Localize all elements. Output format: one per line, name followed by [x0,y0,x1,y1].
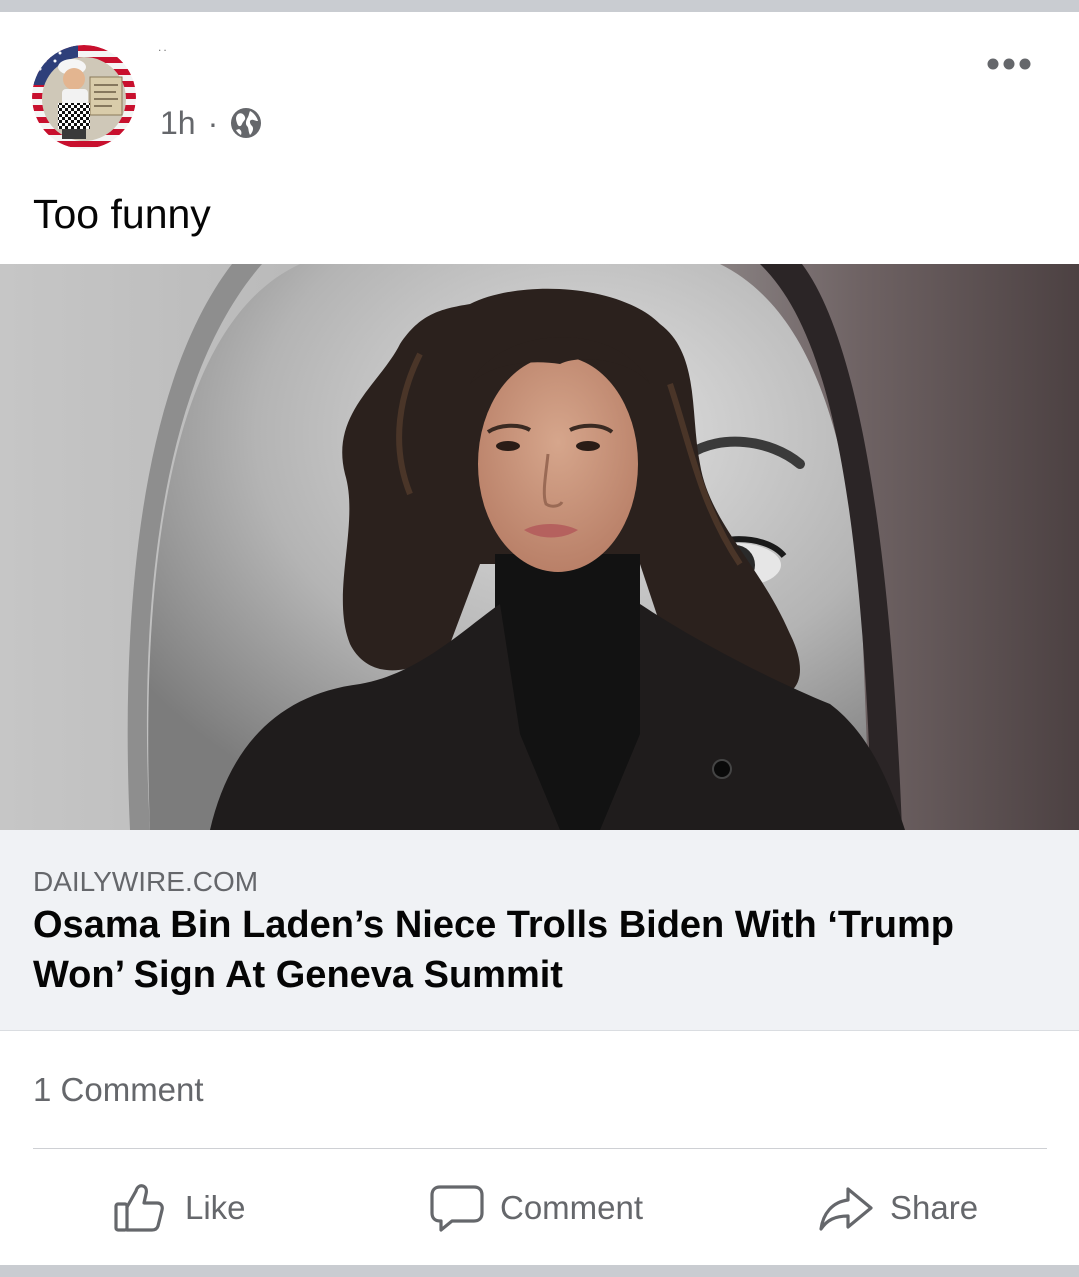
like-label: Like [185,1189,246,1226]
link-domain: DAILYWIRE.COM [33,866,259,897]
post-meta: 1h · [160,104,262,142]
comment-label: Comment [500,1189,644,1226]
divider [33,1148,1047,1149]
comment-icon [430,1185,484,1232]
share-label: Share [890,1189,979,1226]
globe-icon [231,108,262,138]
share-button[interactable]: Share [818,1180,978,1236]
post-timestamp[interactable]: 1h [160,104,196,142]
author-name[interactable]: .. [158,40,169,54]
avatar-image [32,45,136,149]
comment-button[interactable]: Comment [430,1180,643,1236]
more-options-icon [987,58,1031,70]
more-options-button[interactable] [984,52,1036,76]
share-icon [819,1187,873,1231]
link-title: Osama Bin Laden’s Niece Trolls Biden Wit… [33,904,954,996]
link-preview[interactable]: DAILYWIRE.COM Osama Bin Laden’s Niece Tr… [0,830,1079,1031]
top-gray-band [0,0,1079,12]
link-preview-image[interactable] [0,264,1079,830]
bottom-gray-band [0,1265,1079,1277]
like-button[interactable]: Like [113,1180,246,1236]
post-photo [0,264,1079,830]
thumbs-up-icon [114,1184,164,1232]
comment-count[interactable]: 1 Comment [33,1070,204,1110]
meta-separator: · [207,105,219,141]
author-avatar[interactable] [32,45,136,149]
post-text: Too funny [33,191,211,237]
